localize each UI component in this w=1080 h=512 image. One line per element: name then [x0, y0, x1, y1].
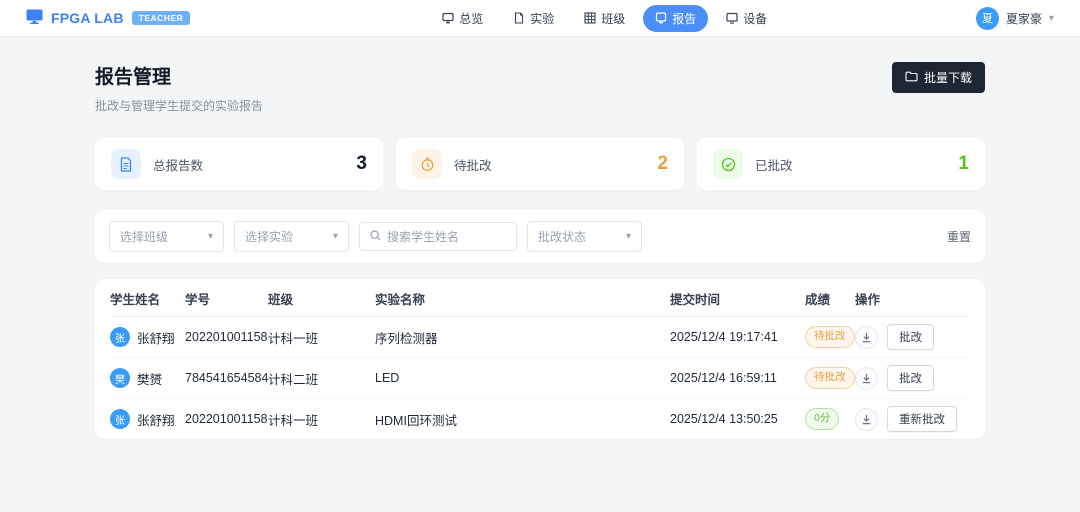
- nav-item-classes[interactable]: 班级: [572, 5, 637, 32]
- monitor-icon: [442, 12, 454, 24]
- experiment-name: 序列检测器: [375, 321, 670, 354]
- chevron-down-icon: ▾: [1049, 13, 1054, 24]
- check-circle-icon: [713, 149, 743, 179]
- reports-table: 学生姓名 学号 班级 实验名称 提交时间 成绩 操作 张 张舒翔 2022010…: [95, 279, 985, 439]
- student-search-input[interactable]: [387, 230, 506, 244]
- table-row: 樊 樊赟 784541654584 计科二班 LED 2025/12/4 16:…: [110, 358, 970, 399]
- report-icon: [655, 12, 667, 24]
- top-navbar: FPGA LAB TEACHER 总览 实验 班级 报告 设备 夏 夏家豪 ▾: [0, 0, 1080, 37]
- clock-icon: [412, 149, 442, 179]
- table-header-row: 学生姓名 学号 班级 实验名称 提交时间 成绩 操作: [110, 279, 970, 317]
- student-name: 樊赟: [137, 369, 162, 388]
- stat-cards: 总报告数 3 待批改 2 已批改 1: [95, 138, 985, 190]
- search-icon: [370, 229, 381, 244]
- brand: FPGA LAB TEACHER: [26, 9, 190, 27]
- chevron-down-icon: ▾: [333, 231, 338, 242]
- stat-card-pending: 待批改 2: [396, 138, 684, 190]
- class-name: 计科一班: [268, 403, 375, 436]
- stat-card-total-reports: 总报告数 3: [95, 138, 383, 190]
- user-avatar: 夏: [976, 7, 999, 30]
- nav-item-reports[interactable]: 报告: [643, 5, 708, 32]
- nav-item-experiments[interactable]: 实验: [501, 5, 566, 32]
- experiment-select[interactable]: 选择实验 ▾: [234, 221, 349, 252]
- table-row: 张 张舒翔 202201001158 计科一班 序列检测器 2025/12/4 …: [110, 317, 970, 358]
- stat-card-graded: 已批改 1: [697, 138, 985, 190]
- grade-badge: 0分: [805, 408, 839, 430]
- reset-filters-button[interactable]: 重置: [947, 228, 971, 245]
- brand-title: FPGA LAB: [51, 10, 124, 26]
- student-id: 202201001158: [185, 323, 268, 351]
- class-name: 计科二班: [268, 362, 375, 395]
- batch-download-button[interactable]: 批量下载: [892, 62, 985, 93]
- student-name: 张舒翔: [137, 328, 175, 347]
- stat-label: 待批改: [454, 155, 492, 174]
- stat-value: 3: [356, 153, 367, 175]
- stat-label: 总报告数: [153, 155, 203, 174]
- submit-time: 2025/12/4 19:17:41: [670, 323, 805, 351]
- student-avatar: 樊: [110, 368, 130, 388]
- status-select[interactable]: 批改状态 ▾: [527, 221, 642, 252]
- user-menu[interactable]: 夏 夏家豪 ▾: [976, 7, 1054, 30]
- download-icon: [861, 332, 872, 343]
- student-avatar: 张: [110, 409, 130, 429]
- file-icon: [513, 12, 525, 24]
- class-name: 计科一班: [268, 321, 375, 354]
- download-report-button[interactable]: [855, 367, 878, 390]
- student-avatar: 张: [110, 327, 130, 347]
- chevron-down-icon: ▾: [208, 231, 213, 242]
- user-name: 夏家豪: [1006, 10, 1042, 27]
- student-id: 784541654584: [185, 364, 268, 392]
- grade-badge: 待批改: [805, 367, 855, 389]
- regrade-button[interactable]: 重新批改: [887, 406, 957, 432]
- chevron-down-icon: ▾: [626, 231, 631, 242]
- student-id: 202201001158: [185, 405, 268, 433]
- table-row: 张 张舒翔 202201001158 计科一班 HDMI回环测试 2025/12…: [110, 399, 970, 439]
- download-report-button[interactable]: [855, 326, 878, 349]
- download-icon: [861, 414, 872, 425]
- col-actions: 操作: [855, 279, 970, 316]
- download-icon: [861, 373, 872, 384]
- col-grade: 成绩: [805, 279, 855, 316]
- col-student-name: 学生姓名: [110, 279, 185, 316]
- stat-value: 1: [958, 153, 969, 175]
- grade-button[interactable]: 批改: [887, 324, 934, 350]
- role-badge: TEACHER: [132, 11, 191, 25]
- student-name: 张舒翔: [137, 410, 175, 429]
- col-experiment: 实验名称: [375, 279, 670, 316]
- folder-icon: [905, 71, 918, 85]
- main-nav: 总览 实验 班级 报告 设备: [430, 5, 779, 32]
- download-report-button[interactable]: [855, 408, 878, 431]
- submit-time: 2025/12/4 16:59:11: [670, 364, 805, 392]
- stat-value: 2: [657, 153, 668, 175]
- col-class: 班级: [268, 279, 375, 316]
- col-student-id: 学号: [185, 279, 268, 316]
- stat-label: 已批改: [755, 155, 793, 174]
- monitor-logo-icon: [26, 9, 43, 27]
- grade-button[interactable]: 批改: [887, 365, 934, 391]
- device-icon: [726, 12, 738, 24]
- experiment-name: LED: [375, 364, 670, 392]
- document-icon: [111, 149, 141, 179]
- nav-item-devices[interactable]: 设备: [714, 5, 779, 32]
- filter-bar: 选择班级 ▾ 选择实验 ▾ 批改状态 ▾ 重置: [95, 210, 985, 263]
- experiment-name: HDMI回环测试: [375, 403, 670, 436]
- page-title: 报告管理: [95, 62, 263, 89]
- page-subtitle: 批改与管理学生提交的实验报告: [95, 97, 263, 114]
- grade-badge: 待批改: [805, 326, 855, 348]
- student-search[interactable]: [359, 222, 517, 251]
- nav-item-overview[interactable]: 总览: [430, 5, 495, 32]
- submit-time: 2025/12/4 13:50:25: [670, 405, 805, 433]
- class-select[interactable]: 选择班级 ▾: [109, 221, 224, 252]
- col-submitted: 提交时间: [670, 279, 805, 316]
- grid-icon: [584, 12, 596, 24]
- report-management-page: 报告管理 批改与管理学生提交的实验报告 批量下载 总报告数 3 待批改 2: [95, 37, 985, 439]
